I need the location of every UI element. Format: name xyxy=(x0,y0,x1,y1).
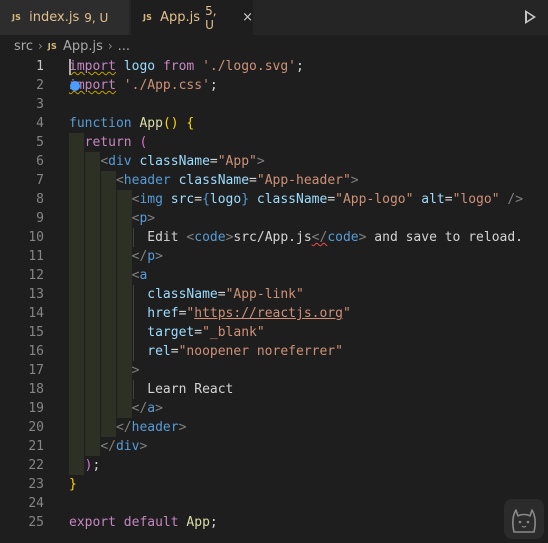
tab-problem-count: 9, U xyxy=(84,10,109,25)
code-line: return ( xyxy=(84,135,148,150)
line-number: 16 xyxy=(28,344,44,359)
code-line: <a xyxy=(131,268,148,283)
code-line: import './App.css'; xyxy=(69,78,218,93)
line-number: 22 xyxy=(28,458,44,473)
line-number: 4 xyxy=(36,116,44,131)
line-number: 1 xyxy=(36,59,44,74)
line-number: 25 xyxy=(28,515,44,530)
line-number: 23 xyxy=(28,477,44,492)
breadcrumb-file[interactable]: App.js xyxy=(63,39,103,54)
breadcrumb: src › JS App.js › ... xyxy=(0,35,548,57)
tab-app-js[interactable]: JS App.js 5, U × xyxy=(131,0,253,35)
tab-bar: JS index.js 9, U JS App.js 5, U × xyxy=(0,0,548,35)
js-file-icon: JS xyxy=(47,41,57,51)
code-line: </p> xyxy=(131,249,163,264)
js-file-icon: JS xyxy=(143,13,153,22)
line-number: 24 xyxy=(28,496,44,511)
line-number: 20 xyxy=(28,420,44,435)
code-line: <header className="App-header"> xyxy=(115,173,359,188)
chevron-right-icon: › xyxy=(37,39,43,53)
play-icon[interactable] xyxy=(525,10,536,24)
tab-label: index.js xyxy=(29,10,80,25)
line-number: 11 xyxy=(28,249,44,264)
code-line: </a> xyxy=(131,401,163,416)
code-line: <div className="App"> xyxy=(100,154,265,169)
code-line: </div> xyxy=(100,439,148,454)
code-line: <p> xyxy=(131,211,156,226)
line-number: 14 xyxy=(28,306,44,321)
code-line: import logo from './logo.svg'; xyxy=(69,59,304,74)
line-number: 7 xyxy=(36,173,44,188)
close-icon[interactable]: × xyxy=(242,10,253,25)
code-line: Edit <code>src/App.js</code> and save to… xyxy=(147,230,524,245)
tab-label: App.js xyxy=(160,10,201,25)
code-line: ); xyxy=(84,458,101,473)
code-line: } xyxy=(69,477,77,492)
code-line: rel="noopener noreferrer" xyxy=(147,344,343,359)
line-number: 17 xyxy=(28,363,44,378)
line-number: 8 xyxy=(36,192,44,207)
code-line: function App() { xyxy=(69,116,195,131)
code-line: Learn React xyxy=(147,382,234,397)
line-number: 19 xyxy=(28,401,44,416)
text-cursor xyxy=(69,59,71,75)
code-line: target="_blank" xyxy=(147,325,265,340)
line-number: 2 xyxy=(36,78,44,93)
line-number: 13 xyxy=(28,287,44,302)
lightbulb-icon[interactable] xyxy=(70,81,80,91)
line-number: 3 xyxy=(36,97,44,112)
code-line: export default App; xyxy=(69,515,218,530)
code-line: href="https://reactjs.org" xyxy=(147,306,351,321)
line-number: 5 xyxy=(36,135,44,150)
code-link[interactable]: https://reactjs.org xyxy=(194,306,343,321)
tab-problem-count: 5, U xyxy=(205,3,217,32)
line-number: 9 xyxy=(36,211,44,226)
line-number: 12 xyxy=(28,268,44,283)
code-line: <img src={logo} className="App-logo" alt… xyxy=(131,192,524,207)
line-number: 18 xyxy=(28,382,44,397)
line-number: 10 xyxy=(28,230,44,245)
code-line: </header> xyxy=(115,420,187,435)
code-line: className="App-link" xyxy=(147,287,304,302)
tab-index-js[interactable]: JS index.js 9, U xyxy=(0,0,130,35)
breadcrumb-symbols[interactable]: ... xyxy=(118,39,130,54)
code-editor[interactable]: 1 2 3 4 5 6 7 8 9 10 11 12 13 14 15 16 1… xyxy=(0,57,548,541)
line-number: 15 xyxy=(28,325,44,340)
breadcrumb-folder[interactable]: src xyxy=(14,39,33,54)
chevron-right-icon: › xyxy=(107,39,113,53)
js-file-icon: JS xyxy=(12,13,22,22)
code-line: > xyxy=(131,363,140,378)
line-number: 6 xyxy=(36,154,44,169)
cat-logo-icon xyxy=(504,499,544,539)
line-number: 21 xyxy=(28,439,44,454)
